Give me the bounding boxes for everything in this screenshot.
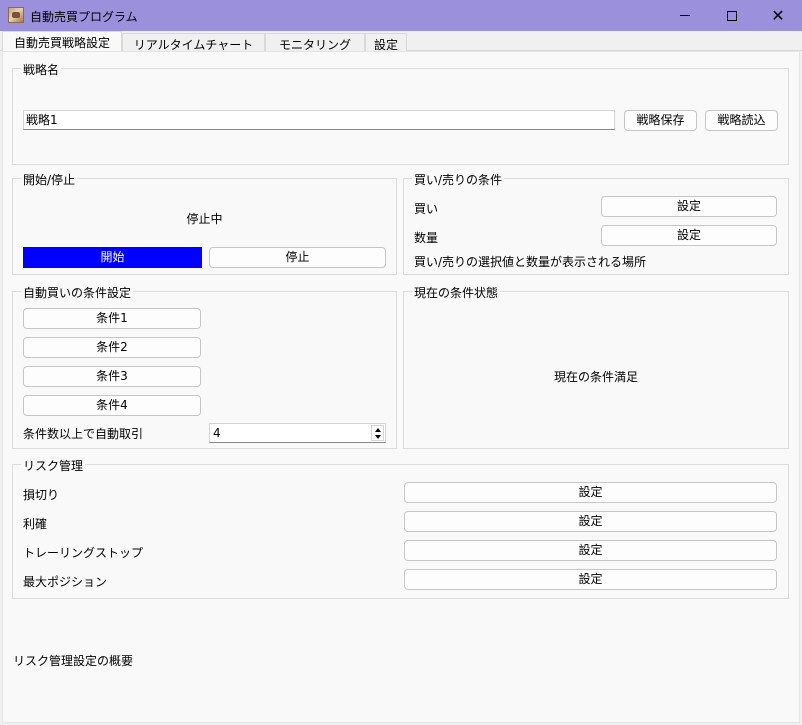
buy-label: 買い xyxy=(414,202,439,216)
group-title: 開始/停止 xyxy=(21,171,78,188)
maximize-button[interactable] xyxy=(709,0,755,31)
threshold-value: 4 xyxy=(213,426,221,440)
group-title: 自動買いの条件設定 xyxy=(21,284,134,301)
auto-buy-conditions-group: 自動買いの条件設定 条件1 条件2 条件3 条件4 条件数以上で自動取引 4 xyxy=(12,284,397,449)
group-title: 買い/売りの条件 xyxy=(412,171,505,188)
condition-4-button[interactable]: 条件4 xyxy=(23,395,201,416)
current-status-text: 現在の条件満足 xyxy=(553,370,638,384)
tab-settings[interactable]: 設定 xyxy=(365,33,407,52)
spin-up-button[interactable] xyxy=(372,426,383,433)
condition-2-button[interactable]: 条件2 xyxy=(23,337,201,358)
stop-loss-label: 損切り xyxy=(23,488,60,502)
max-position-label: 最大ポジション xyxy=(23,575,108,589)
group-title: 戦略名 xyxy=(21,61,62,78)
stop-button[interactable]: 停止 xyxy=(209,247,386,268)
close-icon: ✕ xyxy=(771,5,785,25)
minimize-icon xyxy=(680,15,690,16)
title-bar: 自動売買プログラム ✕ xyxy=(0,0,802,31)
tab-monitoring[interactable]: モニタリング xyxy=(265,33,365,52)
stop-loss-setting-button[interactable]: 設定 xyxy=(404,482,777,503)
window-title: 自動売買プログラム xyxy=(30,10,138,24)
quantity-setting-button[interactable]: 設定 xyxy=(601,225,777,246)
risk-summary-text: リスク管理設定の概要 xyxy=(13,654,134,668)
save-strategy-button[interactable]: 戦略保存 xyxy=(624,110,697,131)
max-position-setting-button[interactable]: 設定 xyxy=(404,569,777,590)
condition-1-button[interactable]: 条件1 xyxy=(23,308,201,329)
app-icon xyxy=(8,7,24,23)
arrow-up-icon xyxy=(374,427,381,432)
status-text: 停止中 xyxy=(186,212,223,226)
strategy-name-input[interactable]: 戦略1 xyxy=(23,110,615,130)
close-button[interactable]: ✕ xyxy=(755,0,801,31)
spin-buttons xyxy=(371,425,384,441)
trailing-stop-setting-button[interactable]: 設定 xyxy=(404,540,777,561)
threshold-label: 条件数以上で自動取引 xyxy=(23,427,144,441)
current-status-group: 現在の条件状態 現在の条件満足 xyxy=(403,284,789,449)
spin-down-button[interactable] xyxy=(372,433,383,440)
maximize-icon xyxy=(727,10,737,21)
take-profit-setting-button[interactable]: 設定 xyxy=(404,511,777,532)
buy-setting-button[interactable]: 設定 xyxy=(601,196,777,217)
tab-realtime-chart[interactable]: リアルタイムチャート xyxy=(122,33,265,52)
tab-content: 戦略名 戦略1 戦略保存 戦略読込 開始/停止 停止中 開始 停止 買い/売りの… xyxy=(2,51,800,723)
quantity-label: 数量 xyxy=(414,231,439,245)
start-button[interactable]: 開始 xyxy=(23,247,202,268)
start-stop-group: 開始/停止 停止中 開始 停止 xyxy=(12,171,397,275)
risk-management-group: リスク管理 損切り 設定 利確 設定 トレーリングストップ 設定 最大ポジション… xyxy=(12,457,789,599)
trailing-stop-label: トレーリングストップ xyxy=(23,546,144,560)
tab-strategy-settings[interactable]: 自動売買戦略設定 xyxy=(2,31,122,52)
take-profit-label: 利確 xyxy=(23,517,48,531)
strategy-name-group: 戦略名 戦略1 戦略保存 戦略読込 xyxy=(12,61,789,165)
group-title: リスク管理 xyxy=(21,457,86,474)
minimize-button[interactable] xyxy=(662,0,708,31)
condition-3-button[interactable]: 条件3 xyxy=(23,366,201,387)
arrow-down-icon xyxy=(374,434,381,439)
group-title: 現在の条件状態 xyxy=(412,284,501,301)
buy-sell-group: 買い/売りの条件 買い 設定 数量 設定 買い/売りの選択値と数量が表示される場… xyxy=(403,171,789,275)
threshold-spinbox[interactable]: 4 xyxy=(209,423,386,443)
tab-bar: 自動売買戦略設定 リアルタイムチャート モニタリング 設定 xyxy=(0,31,802,52)
load-strategy-button[interactable]: 戦略読込 xyxy=(705,110,778,131)
buy-sell-display-text: 買い/売りの選択値と数量が表示される場所 xyxy=(414,255,647,269)
